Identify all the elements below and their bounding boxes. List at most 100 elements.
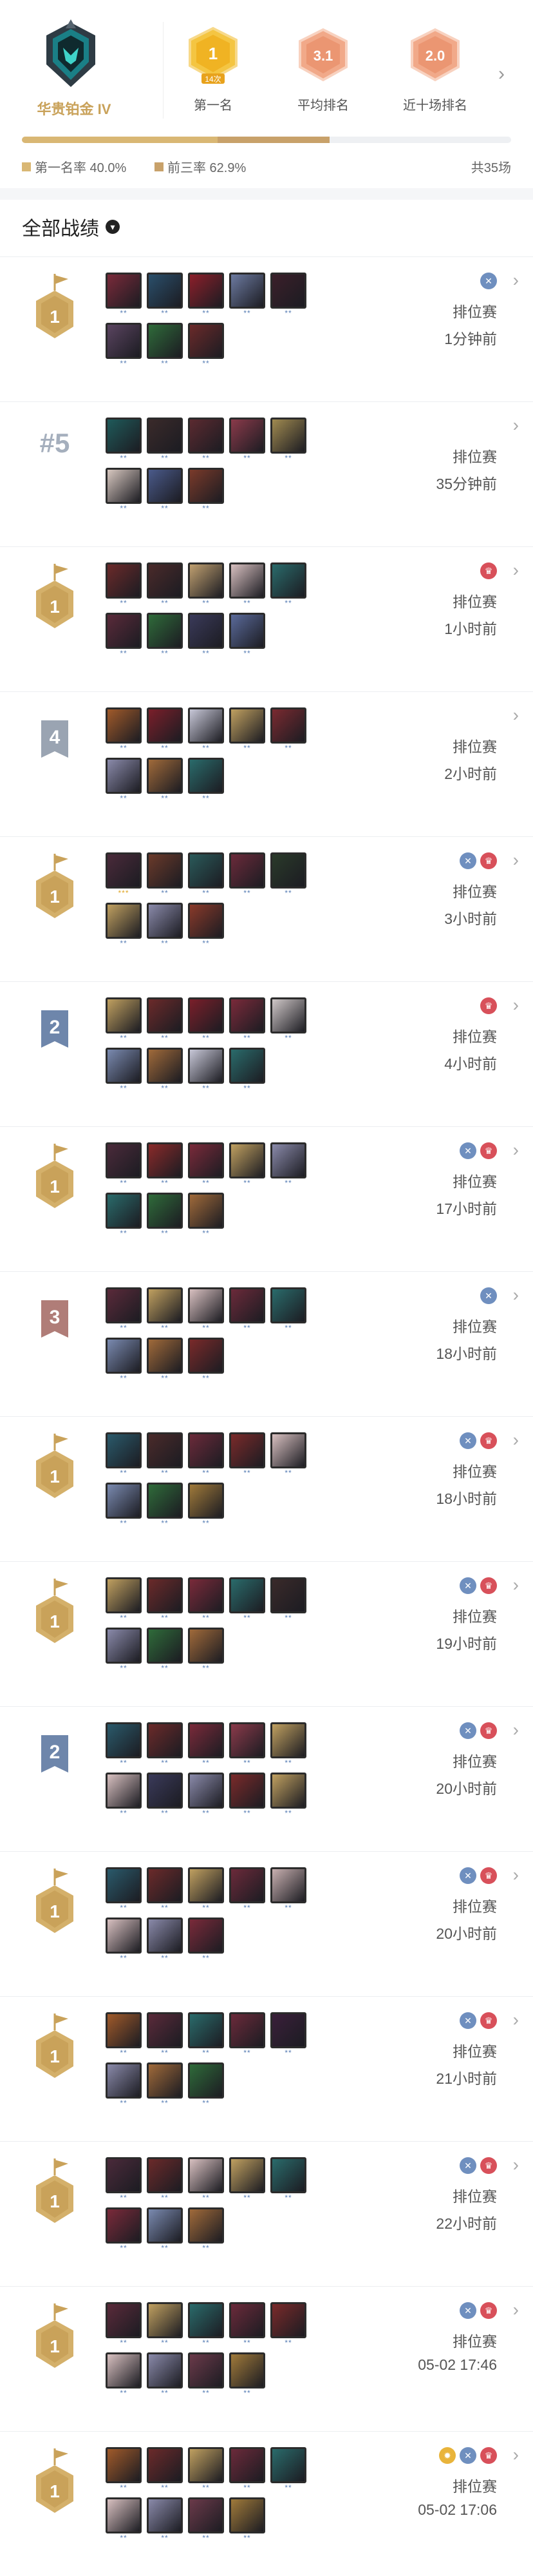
champion-unit[interactable]: ** [188, 997, 224, 1043]
champion-unit[interactable]: ** [147, 2062, 183, 2108]
chevron-right-icon[interactable]: › [513, 1430, 519, 1450]
champion-unit[interactable]: ** [147, 2447, 183, 2492]
champion-unit[interactable]: ** [229, 2447, 265, 2492]
chevron-right-icon[interactable]: › [513, 2445, 519, 2465]
champion-unit[interactable]: ** [270, 1867, 306, 1912]
champion-unit[interactable]: ** [270, 418, 306, 463]
champion-unit[interactable]: ** [270, 852, 306, 898]
champion-unit[interactable]: ** [147, 1918, 183, 1963]
champion-unit[interactable]: ** [188, 1142, 224, 1187]
champion-unit[interactable]: ** [147, 1048, 183, 1093]
champion-unit[interactable]: ** [188, 903, 224, 948]
chevron-right-icon[interactable]: › [513, 1575, 519, 1595]
champion-unit[interactable]: ** [147, 418, 183, 463]
match-row[interactable]: 1 ** ** ** ** ** ** ** ** ✕ ♛ › 排位赛 18小时前 [0, 1416, 533, 1561]
champion-unit[interactable]: ** [106, 1142, 142, 1187]
champion-unit[interactable]: ** [147, 903, 183, 948]
stat-average-rank[interactable]: 3.1 平均排名 [275, 26, 371, 113]
chevron-right-icon[interactable]: › [513, 1865, 519, 1885]
champion-unit[interactable]: ** [106, 418, 142, 463]
champion-unit[interactable]: ** [229, 707, 265, 753]
champion-unit[interactable]: ** [106, 2447, 142, 2492]
chevron-right-icon[interactable]: › [513, 415, 519, 436]
champion-unit[interactable]: ** [188, 758, 224, 803]
champion-unit[interactable]: *** [106, 852, 142, 898]
chevron-right-icon[interactable]: › [513, 995, 519, 1015]
champion-unit[interactable]: ** [188, 1867, 224, 1912]
champion-unit[interactable]: ** [229, 1722, 265, 1767]
champion-unit[interactable]: ** [106, 1577, 142, 1622]
champion-unit[interactable]: ** [188, 613, 224, 658]
champion-unit[interactable]: ** [229, 1142, 265, 1187]
champion-unit[interactable]: ** [270, 273, 306, 318]
champion-unit[interactable]: ** [147, 2012, 183, 2057]
champion-unit[interactable]: ** [229, 852, 265, 898]
champion-unit[interactable]: ** [147, 852, 183, 898]
champion-unit[interactable]: ** [188, 2012, 224, 2057]
champion-unit[interactable]: ** [106, 758, 142, 803]
champion-unit[interactable]: ** [270, 997, 306, 1043]
chevron-right-icon[interactable]: › [513, 850, 519, 870]
champion-unit[interactable]: ** [147, 1338, 183, 1383]
section-title[interactable]: 全部战绩 ▾ [22, 213, 120, 241]
champion-unit[interactable]: ** [229, 1048, 265, 1093]
stat-last-ten-rank[interactable]: 2.0 近十场排名 [387, 26, 483, 113]
champion-unit[interactable]: ** [106, 903, 142, 948]
champion-unit[interactable]: ** [270, 1722, 306, 1767]
champion-unit[interactable]: ** [188, 1048, 224, 1093]
champion-unit[interactable]: ** [229, 1287, 265, 1332]
champion-unit[interactable]: ** [106, 1918, 142, 1963]
match-row[interactable]: 1 ** ** ** ** ** ** ** ** ✕ › 排位赛 1分钟前 [0, 256, 533, 401]
champion-unit[interactable]: ** [188, 1287, 224, 1332]
champion-unit[interactable]: ** [188, 1193, 224, 1238]
champion-unit[interactable]: ** [188, 2157, 224, 2202]
champion-unit[interactable]: ** [147, 1722, 183, 1767]
champion-unit[interactable]: ** [147, 1577, 183, 1622]
champion-unit[interactable]: ** [147, 997, 183, 1043]
champion-unit[interactable]: ** [229, 1432, 265, 1477]
match-row[interactable]: 1 ** ** ** ** ** ** ** ** ** ♛ › 排位赛 1小时前 [0, 546, 533, 691]
champion-unit[interactable]: ** [106, 613, 142, 658]
champion-unit[interactable]: ** [188, 1432, 224, 1477]
match-row[interactable]: 1 ** ** ** ** ** ** ** ** ** ✹ ✕ ♛ › 排位赛 05-02 17:06 [0, 2431, 533, 2576]
champion-unit[interactable]: ** [188, 2447, 224, 2492]
champion-unit[interactable]: ** [270, 2447, 306, 2492]
champion-unit[interactable]: ** [106, 2207, 142, 2253]
champion-unit[interactable]: ** [188, 1628, 224, 1673]
champion-unit[interactable]: ** [229, 1577, 265, 1622]
match-row[interactable]: 2 ** ** ** ** ** ** ** ** ** ** ✕ ♛ › 排位赛 20小时前 [0, 1706, 533, 1851]
chevron-right-icon[interactable]: › [513, 560, 519, 581]
match-row[interactable]: 1 ** ** ** ** ** ** ** ** ** ✕ ♛ › 排位赛 05-02 17:46 [0, 2286, 533, 2431]
champion-unit[interactable]: ** [188, 2207, 224, 2253]
chevron-right-icon[interactable]: › [513, 1285, 519, 1305]
champion-unit[interactable]: ** [147, 1483, 183, 1528]
champion-unit[interactable]: ** [188, 273, 224, 318]
champion-unit[interactable]: ** [147, 562, 183, 608]
champion-unit[interactable]: ** [229, 562, 265, 608]
champion-unit[interactable]: ** [147, 1193, 183, 1238]
champion-unit[interactable]: ** [229, 997, 265, 1043]
champion-unit[interactable]: ** [270, 1773, 306, 1818]
champion-unit[interactable]: ** [147, 2157, 183, 2202]
champion-unit[interactable]: ** [188, 2062, 224, 2108]
champion-unit[interactable]: ** [270, 2157, 306, 2202]
match-row[interactable]: 1 ** ** ** ** ** ** ** ** ✕ ♛ › 排位赛 22小时前 [0, 2141, 533, 2286]
champion-unit[interactable]: ** [270, 2012, 306, 2057]
champion-unit[interactable]: ** [106, 562, 142, 608]
champion-unit[interactable]: ** [106, 2497, 142, 2542]
champion-unit[interactable]: ** [147, 2207, 183, 2253]
champion-unit[interactable]: ** [106, 468, 142, 513]
champion-unit[interactable]: ** [188, 852, 224, 898]
champion-unit[interactable]: ** [188, 1773, 224, 1818]
match-row[interactable]: 1 ** ** ** ** ** ** ** ** ✕ ♛ › 排位赛 17小时前 [0, 1126, 533, 1271]
champion-unit[interactable]: ** [270, 1577, 306, 1622]
champion-unit[interactable]: ** [147, 273, 183, 318]
chevron-right-icon[interactable]: › [513, 1140, 519, 1160]
match-row[interactable]: 2 ** ** ** ** ** ** ** ** ** ♛ › 排位赛 4小时前 [0, 981, 533, 1126]
champion-unit[interactable]: ** [106, 1483, 142, 1528]
champion-unit[interactable]: ** [270, 1432, 306, 1477]
champion-unit[interactable]: ** [188, 562, 224, 608]
champion-unit[interactable]: ** [229, 2352, 265, 2398]
chevron-right-icon[interactable]: › [513, 2300, 519, 2320]
champion-unit[interactable]: ** [106, 1048, 142, 1093]
